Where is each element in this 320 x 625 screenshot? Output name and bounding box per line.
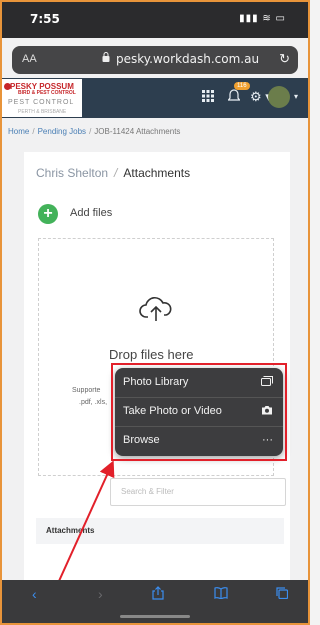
- home-indicator: [120, 615, 190, 618]
- bookmarks-icon[interactable]: [214, 586, 228, 602]
- share-icon[interactable]: [152, 586, 164, 603]
- forward-icon[interactable]: ›: [98, 586, 103, 602]
- back-icon[interactable]: ‹: [32, 586, 37, 602]
- tabs-icon[interactable]: [276, 586, 289, 602]
- screenshot-frame: 7:55 ▮▮▮ ≋ ▭ AA pesky.workdash.com.au ↻ …: [0, 0, 310, 625]
- annotation-arrow: [39, 460, 115, 623]
